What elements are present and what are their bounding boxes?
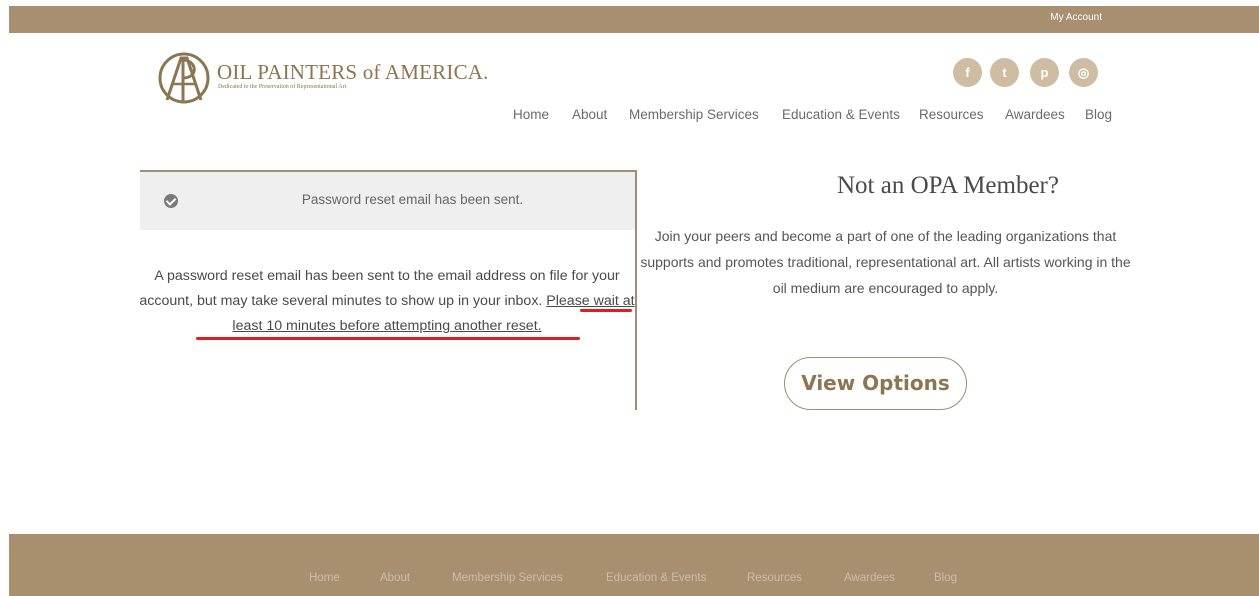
highlight-underline xyxy=(580,309,632,312)
reset-confirmation-panel: Password reset email has been sent. A pa… xyxy=(137,170,637,410)
notice-text: Password reset email has been sent. xyxy=(301,192,524,207)
footer-nav-resources[interactable]: Resources xyxy=(747,572,802,584)
footer: Home About Membership Services Education… xyxy=(9,534,1259,596)
pinterest-icon[interactable]: p xyxy=(1030,58,1059,87)
highlight-underline xyxy=(196,337,580,340)
footer-nav-awardees[interactable]: Awardees xyxy=(844,572,895,584)
facebook-icon[interactable]: f xyxy=(953,58,982,87)
footer-nav-about[interactable]: About xyxy=(380,572,410,584)
opa-monogram-icon xyxy=(158,52,210,104)
nav-about[interactable]: About xyxy=(572,107,607,122)
reset-message: A password reset email has been sent to … xyxy=(137,264,637,339)
site-logo[interactable]: OIL PAINTERS of AMERICA. Dedicated to th… xyxy=(157,50,537,110)
nav-membership-services[interactable]: Membership Services xyxy=(629,107,759,122)
my-account-link[interactable]: My Account xyxy=(1050,12,1102,23)
nav-blog[interactable]: Blog xyxy=(1085,107,1112,122)
check-circle-icon xyxy=(164,194,178,208)
promo-title: Not an OPA Member? xyxy=(837,172,1059,199)
logo-name: OIL PAINTERS of AMERICA. xyxy=(217,60,489,84)
footer-nav-blog[interactable]: Blog xyxy=(934,572,957,584)
view-options-button[interactable]: View Options xyxy=(784,357,967,410)
instagram-icon[interactable]: ◎ xyxy=(1069,58,1098,87)
main-nav: Home About Membership Services Education… xyxy=(0,107,1259,125)
twitter-icon[interactable]: t xyxy=(990,58,1019,87)
promo-text: Join your peers and become a part of one… xyxy=(640,228,1131,296)
nav-home[interactable]: Home xyxy=(513,107,549,122)
footer-nav-membership-services[interactable]: Membership Services xyxy=(452,572,563,584)
footer-nav-education-events[interactable]: Education & Events xyxy=(606,572,706,584)
nav-resources[interactable]: Resources xyxy=(919,107,984,122)
footer-nav-home[interactable]: Home xyxy=(309,572,340,584)
nav-education-events[interactable]: Education & Events xyxy=(782,107,900,122)
top-bar: My Account xyxy=(9,6,1259,33)
logo-tagline: Dedicated to the Preservation of Represe… xyxy=(218,84,347,90)
success-notice: Password reset email has been sent. xyxy=(140,172,635,230)
nav-awardees[interactable]: Awardees xyxy=(1005,107,1065,122)
